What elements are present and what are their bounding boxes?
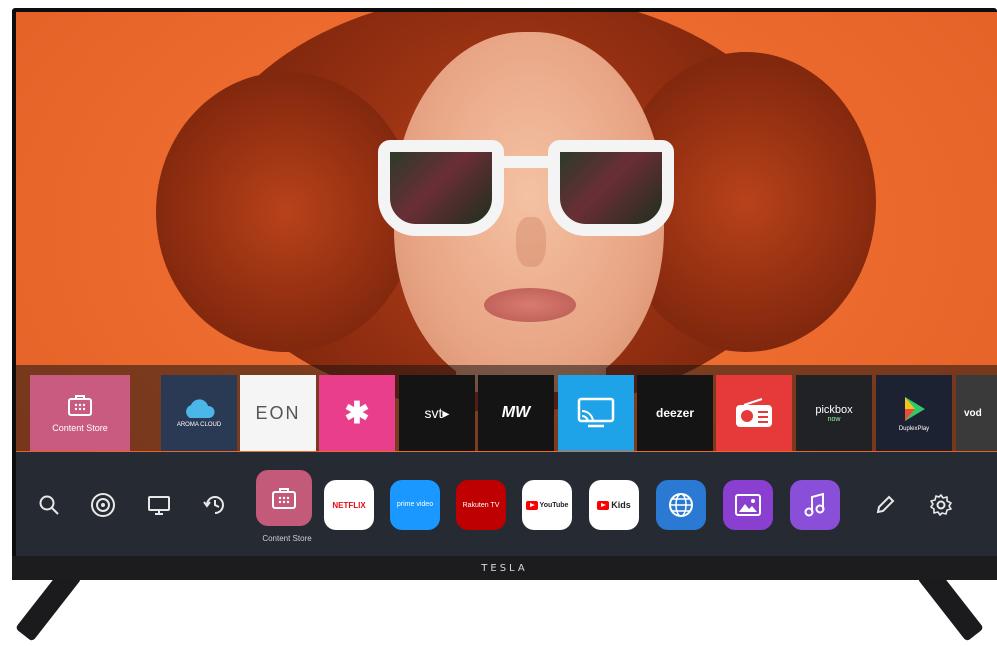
tile-label: AROMA CLOUD	[176, 422, 222, 428]
settings-gear-icon[interactable]	[928, 492, 954, 518]
shopping-bag-icon	[272, 488, 296, 509]
tile-vod[interactable]: vod	[956, 375, 997, 451]
play-icon	[905, 397, 925, 421]
app-tiles-row: Content Store AROMA CLOUD EON ✱ svt▸ MW	[16, 365, 997, 451]
search-icon[interactable]	[36, 492, 62, 518]
tile-eon[interactable]: EON	[240, 375, 316, 451]
tile-radio[interactable]	[716, 375, 792, 451]
tile-duplexplay[interactable]: DuplexPlay	[876, 375, 952, 451]
history-icon[interactable]	[202, 492, 228, 518]
tile-label: pickbox	[815, 403, 853, 416]
content-store-label: Content Store	[262, 534, 312, 543]
tile-label: deezer	[655, 406, 695, 420]
tv-bottom-bezel: TESLA	[12, 556, 997, 580]
shopping-bag-icon	[68, 395, 92, 416]
tile-label: Content Store	[52, 423, 108, 433]
music-app-button[interactable]	[790, 480, 840, 530]
hero-lips	[484, 288, 576, 322]
tile-sublabel: now	[827, 415, 841, 423]
input-source-icon[interactable]	[90, 492, 116, 518]
rakuten-app-button[interactable]: Rakuten TV	[456, 480, 506, 530]
tile-label: EON	[255, 402, 301, 423]
tile-star-app[interactable]: ✱	[319, 375, 395, 451]
tv-device: Content Store AROMA CLOUD EON ✱ svt▸ MW	[0, 0, 997, 647]
tv-icon[interactable]	[146, 492, 172, 518]
sunglasses-lens-right	[548, 140, 674, 236]
tile-label: svt▸	[424, 404, 450, 421]
youtube-kids-app-button[interactable]: Kids	[589, 480, 639, 530]
tile-screen-cast[interactable]	[558, 375, 634, 451]
music-note-icon	[804, 492, 825, 517]
cloud-icon	[186, 399, 215, 418]
app-label: YouTube	[539, 501, 569, 509]
app-label: NETFLIX	[332, 500, 366, 510]
sunglasses-bridge	[500, 156, 552, 168]
netflix-app-button[interactable]: NETFLIX	[324, 480, 374, 530]
image-icon	[735, 494, 761, 516]
app-label: Rakuten TV	[462, 501, 500, 509]
tile-content-store[interactable]: Content Store	[30, 375, 130, 451]
radio-icon	[736, 398, 772, 427]
tv-brand-logo: TESLA	[481, 562, 528, 574]
launcher-bar: Content Store NETFLIX prime video Rakute…	[16, 452, 997, 556]
youtube-play-icon	[525, 500, 538, 510]
content-store-button[interactable]	[256, 470, 312, 526]
globe-icon	[669, 493, 693, 517]
edit-pencil-icon[interactable]	[872, 492, 898, 518]
tile-pickbox[interactable]: pickbox now	[796, 375, 872, 451]
tile-mw[interactable]: MW	[478, 375, 554, 451]
web-browser-app-button[interactable]	[656, 480, 706, 530]
youtube-app-button[interactable]: YouTube	[522, 480, 572, 530]
app-label: prime video	[396, 501, 434, 508]
prime-video-app-button[interactable]: prime video	[390, 480, 440, 530]
photo-app-button[interactable]	[723, 480, 773, 530]
tile-aroma-cloud[interactable]: AROMA CLOUD	[161, 375, 237, 451]
hero-sunglasses	[378, 130, 674, 248]
tile-label: vod	[964, 407, 982, 419]
app-label: Kids	[611, 500, 631, 510]
screen-cast-icon	[577, 397, 615, 428]
sunglasses-lens-left	[378, 140, 504, 236]
tile-label: DuplexPlay	[898, 426, 930, 432]
tile-svt-play[interactable]: svt▸	[399, 375, 475, 451]
tile-deezer[interactable]: deezer	[637, 375, 713, 451]
youtube-play-icon	[597, 500, 610, 510]
tile-label: MW	[501, 404, 531, 421]
tile-label: ✱	[344, 396, 370, 430]
hero-hair-left	[156, 72, 416, 352]
